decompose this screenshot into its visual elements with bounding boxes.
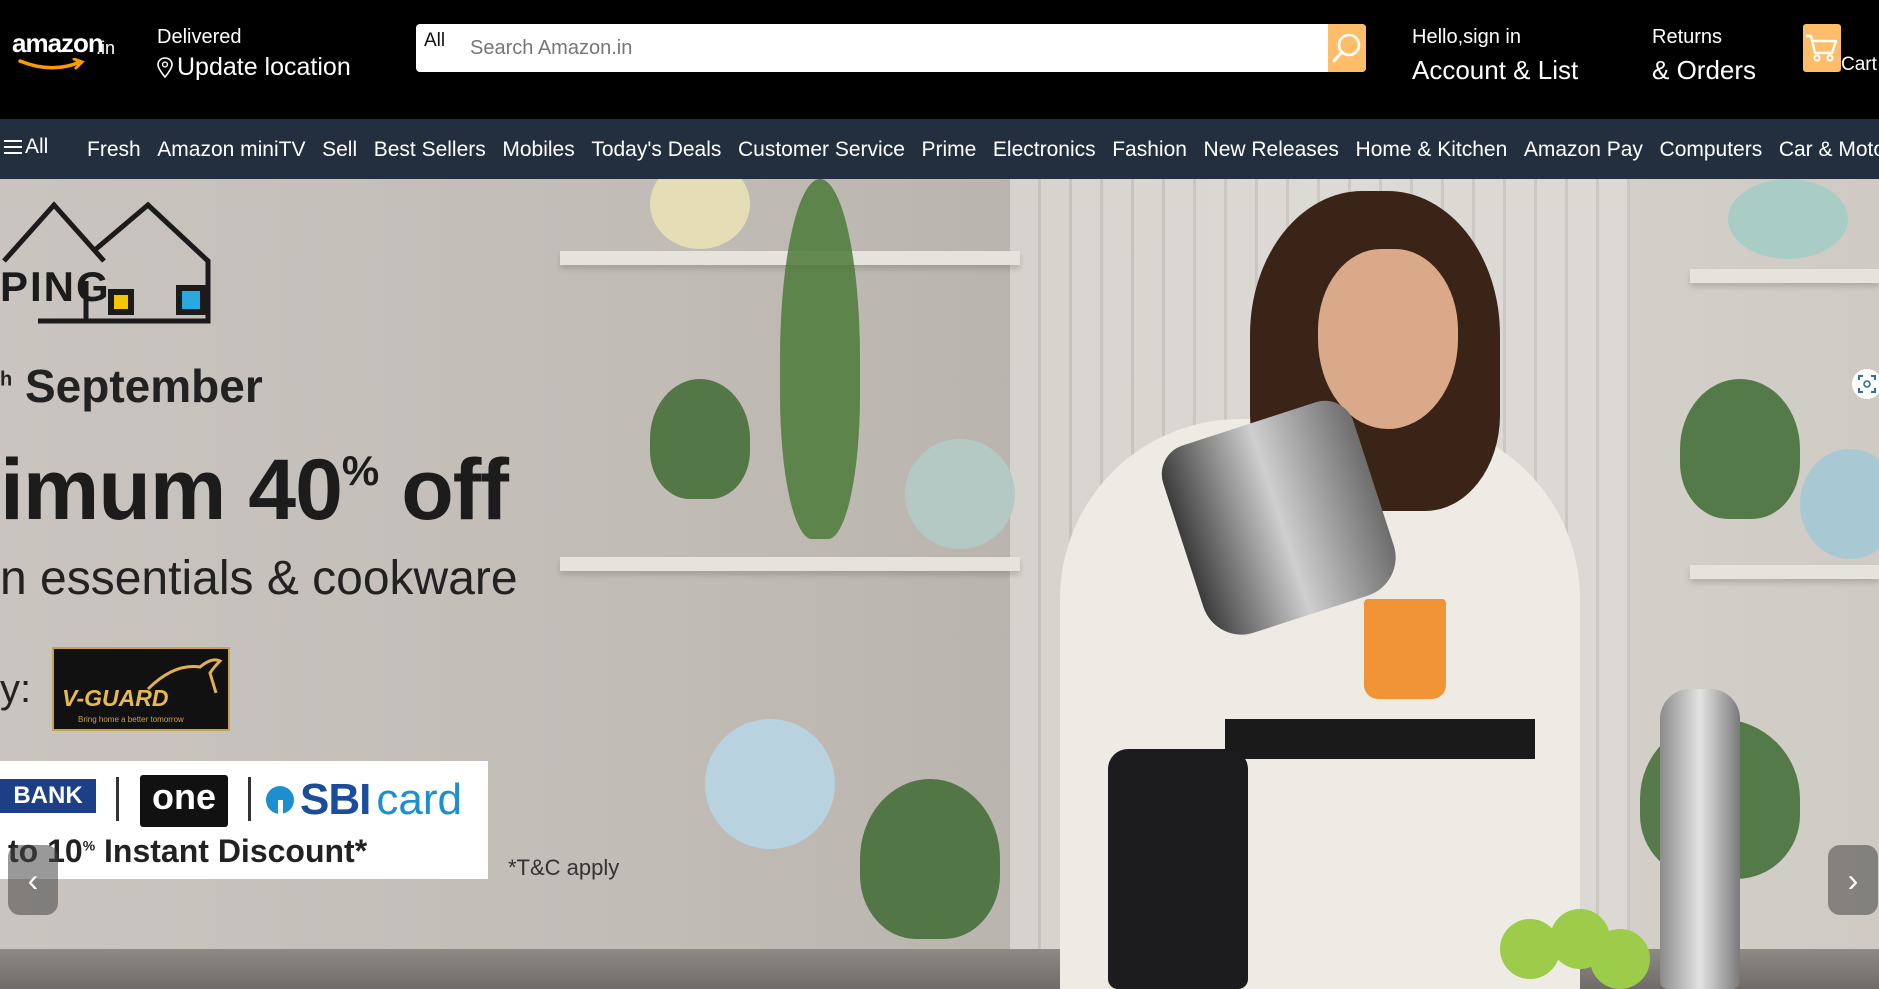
nav-item-best-sellers[interactable]: Best Sellers: [374, 138, 486, 162]
divider: [248, 777, 251, 821]
date-month: September: [25, 360, 263, 412]
plant-decor: [780, 179, 860, 539]
bank-logo: BANK: [0, 779, 96, 813]
cart-label: Cart: [1841, 54, 1877, 75]
sbi-card-logo: SBI card: [266, 775, 462, 825]
logo-wordmark: amazon: [12, 28, 104, 58]
search-input[interactable]: [452, 24, 1332, 72]
discount-percent: %: [82, 837, 96, 854]
orders-label: & Orders: [1652, 55, 1757, 85]
plate-decor: [1728, 179, 1848, 259]
cart-icon: [1806, 34, 1838, 62]
plate-decor: [705, 719, 835, 849]
deliver-to[interactable]: Delivered Update location: [157, 26, 351, 82]
fruits-image: [1500, 909, 1650, 989]
vguard-tagline: Bring home a better tomorrow: [78, 715, 184, 724]
plate-decor: [650, 179, 750, 249]
vguard-logo: V-GUARD Bring home a better tomorrow: [52, 647, 230, 731]
scan-icon: [1858, 375, 1876, 393]
vguard-logo-text: V-GUARD: [62, 685, 169, 711]
nav-item-todays-deals[interactable]: Today's Deals: [591, 138, 721, 162]
nav-item-new-releases[interactable]: New Releases: [1204, 138, 1339, 162]
plant-decor: [1680, 379, 1800, 519]
divider: [116, 777, 119, 821]
update-location-label: Update location: [177, 53, 351, 81]
search-button[interactable]: [1328, 24, 1366, 72]
sbi-card-word: card: [376, 775, 462, 824]
account-greeting: Hello,sign in: [1412, 26, 1521, 48]
nav-item-car-motorbike[interactable]: Car & Motorbike: [1779, 138, 1879, 162]
headline-percent: %: [341, 447, 379, 494]
nav-item-sell[interactable]: Sell: [322, 138, 357, 162]
account-list-label: Account & List: [1412, 55, 1579, 85]
top-header: amazon .in Delivered Update location All…: [0, 0, 1879, 119]
plate-decor: [905, 439, 1015, 549]
nav-item-home-kitchen[interactable]: Home & Kitchen: [1356, 138, 1508, 162]
nav-item-electronics[interactable]: Electronics: [993, 138, 1096, 162]
nav-item-fashion[interactable]: Fashion: [1112, 138, 1187, 162]
location-row: Update location: [157, 53, 351, 82]
shelf-decor: [1690, 269, 1879, 283]
sbi-name: SBI: [300, 775, 371, 824]
hamburger-icon: [4, 136, 22, 158]
carousel-next-button[interactable]: ›: [1828, 845, 1878, 915]
nav-item-mobiles[interactable]: Mobiles: [502, 138, 574, 162]
amazon-logo[interactable]: amazon .in: [12, 28, 116, 72]
plant-decor: [650, 379, 750, 499]
terms-apply: *T&C apply: [508, 855, 620, 880]
headline-main: imum 40: [0, 442, 343, 538]
model-belt: [1225, 719, 1535, 759]
sbi-emblem-icon: [266, 786, 294, 814]
nav-item-customer-service[interactable]: Customer Service: [738, 138, 905, 162]
smile-icon: [18, 58, 85, 70]
date-suffix: h: [0, 368, 13, 391]
bank-offer-card: BANK one SBI card to 10% Instant Discoun…: [0, 761, 488, 879]
banner-headline: imum 40% off: [0, 441, 509, 540]
nav-all-menu[interactable]: All: [4, 135, 48, 159]
deliver-label: Delivered: [157, 26, 242, 48]
account-menu[interactable]: Hello,sign in Account & List: [1412, 26, 1578, 86]
visual-search-icon[interactable]: [1852, 369, 1879, 399]
juice-glass-image: [1364, 599, 1446, 699]
search-category-select[interactable]: All: [424, 30, 445, 52]
banner-date: h September: [0, 359, 263, 413]
discount-text: to 10% Instant Discount*: [8, 833, 367, 870]
returns-orders[interactable]: Returns & Orders: [1652, 26, 1756, 86]
banner-event-text: PING: [0, 263, 111, 310]
model-face: [1318, 249, 1458, 429]
nav-links: Fresh Amazon miniTV Sell Best Sellers Mo…: [87, 138, 1879, 162]
blender-base-image: [1108, 749, 1248, 989]
returns-label: Returns: [1652, 26, 1723, 48]
discount-suffix: Instant Discount*: [104, 833, 368, 869]
onecard-logo: one: [140, 775, 228, 827]
banner-subline: n essentials & cookware: [0, 552, 518, 605]
nav-item-prime[interactable]: Prime: [921, 138, 976, 162]
nav-item-fresh[interactable]: Fresh: [87, 138, 141, 162]
shelf-decor: [560, 557, 1020, 571]
nav-bar: All Fresh Amazon miniTV Sell Best Seller…: [0, 119, 1879, 179]
nav-item-amazon-pay[interactable]: Amazon Pay: [1524, 138, 1643, 162]
nav-item-minitv[interactable]: Amazon miniTV: [157, 138, 305, 162]
nav-item-computers[interactable]: Computers: [1660, 138, 1763, 162]
location-pin-icon: [157, 56, 173, 78]
search-icon: [1332, 33, 1361, 63]
hero-banner[interactable]: PING h September imum 40% off n essentia…: [0, 179, 1879, 989]
plate-decor: [1800, 449, 1879, 559]
cart-icon-box: [1803, 24, 1841, 72]
carousel-prev-button[interactable]: ‹: [8, 845, 58, 915]
headline-off: off: [401, 442, 509, 538]
steel-bottle-image: [1660, 689, 1740, 989]
plant-decor: [860, 779, 1000, 939]
banner-by-label: y:: [0, 667, 32, 711]
shelf-decor: [1690, 565, 1879, 579]
logo-tld: .in: [96, 38, 116, 58]
nav-all-label: All: [25, 135, 49, 158]
cart-button[interactable]: Cart: [1803, 24, 1879, 75]
search-bar: All: [416, 24, 1366, 72]
